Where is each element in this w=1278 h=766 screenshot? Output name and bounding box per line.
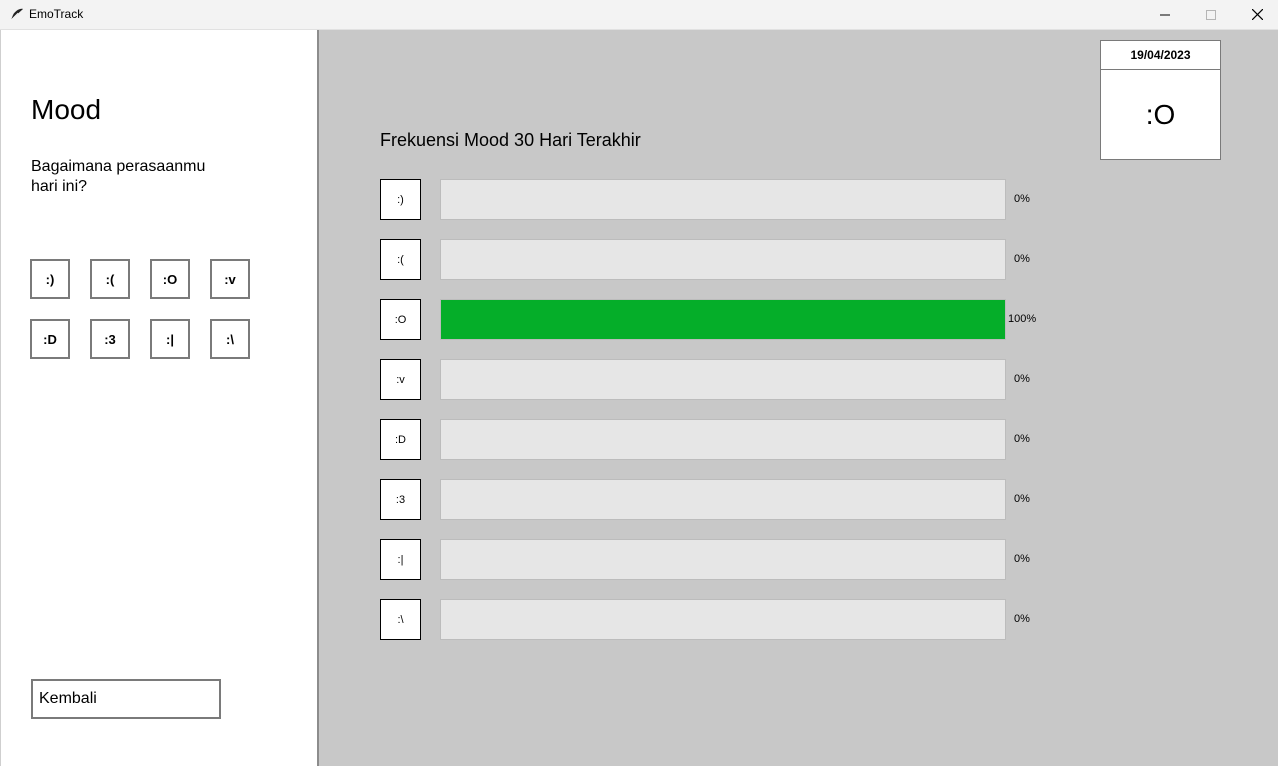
row-emoji: :3	[380, 479, 421, 520]
back-button[interactable]: Kembali	[31, 679, 221, 719]
progress-bar	[440, 539, 1006, 580]
mood-question: Bagaimana perasaanmu hari ini?	[31, 158, 206, 195]
frequency-row: :) 0%	[380, 179, 1060, 221]
progress-bar	[440, 239, 1006, 280]
minimize-button[interactable]	[1142, 0, 1188, 29]
maximize-button[interactable]	[1188, 0, 1234, 29]
mood-button-unsure[interactable]: :\	[210, 319, 250, 359]
frequency-row: :D 0%	[380, 419, 1060, 461]
row-emoji: :(	[380, 239, 421, 280]
row-emoji: :v	[380, 359, 421, 400]
title-bar: EmoTrack	[0, 0, 1278, 30]
mood-button-smile[interactable]: :)	[30, 259, 70, 299]
feather-icon	[10, 8, 23, 21]
row-emoji: :D	[380, 419, 421, 460]
frequency-row: :v 0%	[380, 359, 1060, 401]
progress-bar	[440, 179, 1006, 220]
row-percent: 0%	[1014, 253, 1030, 265]
frequency-row: :| 0%	[380, 539, 1060, 581]
today-card: 19/04/2023 :O	[1100, 40, 1221, 160]
close-icon	[1251, 9, 1263, 20]
page-title: Mood	[31, 94, 102, 125]
window-title: EmoTrack	[29, 7, 84, 21]
frequency-row: :\ 0%	[380, 599, 1060, 641]
today-mood: :O	[1145, 99, 1176, 130]
row-percent: 0%	[1014, 553, 1030, 565]
row-percent: 0%	[1014, 493, 1030, 505]
minimize-icon	[1160, 14, 1170, 15]
row-emoji: :)	[380, 179, 421, 220]
date-label: 19/04/2023	[1101, 41, 1220, 70]
mood-input-panel: Mood Bagaimana perasaanmu hari ini? :) :…	[0, 30, 319, 766]
row-percent: 0%	[1014, 433, 1030, 445]
maximize-icon	[1206, 9, 1216, 20]
progress-bar	[440, 479, 1006, 520]
row-percent: 100%	[1008, 313, 1037, 325]
row-emoji: :|	[380, 539, 421, 580]
mood-button-sad[interactable]: :(	[90, 259, 130, 299]
mood-button-v[interactable]: :v	[210, 259, 250, 299]
row-percent: 0%	[1014, 193, 1030, 205]
row-percent: 0%	[1014, 373, 1030, 385]
progress-fill	[441, 300, 1005, 339]
progress-bar	[440, 599, 1006, 640]
mood-button-surprised[interactable]: :O	[150, 259, 190, 299]
row-emoji: :\	[380, 599, 421, 640]
progress-bar	[440, 419, 1006, 460]
frequency-row: :( 0%	[380, 239, 1060, 281]
frequency-title: Frekuensi Mood 30 Hari Terakhir	[380, 130, 641, 150]
mood-button-neutral[interactable]: :|	[150, 319, 190, 359]
mood-button-cute[interactable]: :3	[90, 319, 130, 359]
row-percent: 0%	[1014, 613, 1030, 625]
row-emoji: :O	[380, 299, 421, 340]
frequency-row: :3 0%	[380, 479, 1060, 521]
close-button[interactable]	[1234, 0, 1278, 29]
progress-bar	[440, 359, 1006, 400]
mood-button-grin[interactable]: :D	[30, 319, 70, 359]
progress-bar	[440, 299, 1006, 340]
frequency-row: :O 100%	[380, 299, 1060, 341]
